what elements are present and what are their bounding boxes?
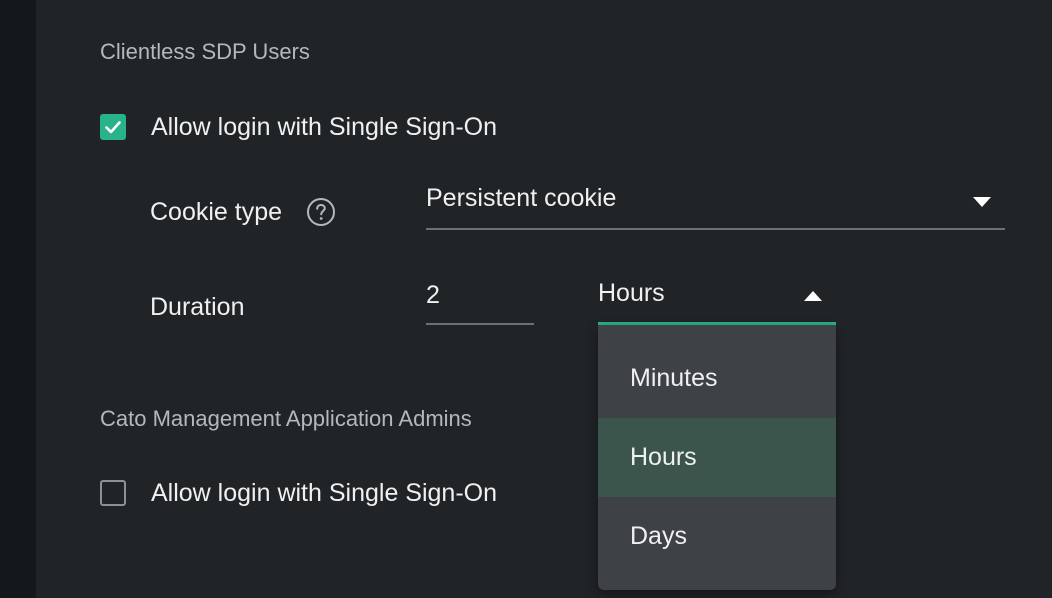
- left-rail: [0, 0, 36, 598]
- duration-unit-value: Hours: [598, 279, 665, 307]
- help-circle-icon[interactable]: [306, 197, 336, 227]
- duration-input[interactable]: [426, 278, 526, 312]
- chevron-down-icon: [973, 197, 991, 207]
- admins-sso-checkbox-label: Allow login with Single Sign-On: [151, 478, 498, 507]
- menu-item-minutes[interactable]: Minutes: [598, 339, 836, 418]
- checkmark-icon: [105, 121, 121, 134]
- sdp-sso-checkbox-row[interactable]: Allow login with Single Sign-On: [100, 112, 497, 142]
- duration-number-field[interactable]: [426, 278, 534, 325]
- duration-input-underline: [426, 323, 534, 325]
- admins-sso-checkbox[interactable]: [100, 480, 126, 506]
- cookie-type-underline: [426, 228, 1005, 230]
- section-title-sdp-users: Clientless SDP Users: [100, 39, 310, 64]
- cookie-type-value: Persistent cookie: [426, 184, 617, 212]
- chevron-up-icon: [804, 291, 822, 301]
- duration-label: Duration: [150, 293, 245, 321]
- cookie-type-select[interactable]: Persistent cookie: [426, 184, 1005, 230]
- menu-item-hours[interactable]: Hours: [598, 418, 836, 497]
- section-title-management-admins: Cato Management Application Admins: [100, 406, 472, 431]
- sdp-sso-checkbox[interactable]: [100, 114, 126, 140]
- admins-sso-checkbox-row[interactable]: Allow login with Single Sign-On: [100, 478, 497, 508]
- duration-unit-menu: Minutes Hours Days: [598, 325, 836, 590]
- duration-unit-select[interactable]: Hours: [598, 279, 836, 325]
- cookie-type-label: Cookie type: [150, 198, 283, 226]
- sdp-sso-checkbox-label: Allow login with Single Sign-On: [151, 112, 498, 141]
- menu-item-days[interactable]: Days: [598, 497, 836, 576]
